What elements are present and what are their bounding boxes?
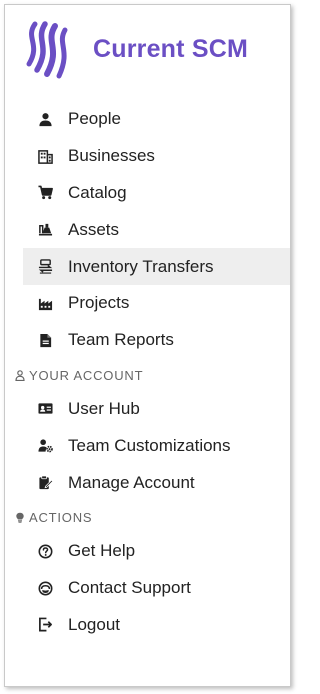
sidebar-item-label: Manage Account [68, 472, 195, 492]
sidebar-item-label: Logout [68, 614, 120, 634]
file-icon [37, 332, 54, 349]
sidebar-item-contact-support[interactable]: Contact Support [5, 570, 290, 607]
sidebar-item-manage-account[interactable]: Manage Account [5, 464, 290, 501]
industry-icon [37, 295, 54, 312]
sidebar-panel: Current SCM People Businesses Catalog As… [4, 4, 291, 687]
sidebar-item-label: People [68, 109, 121, 129]
person-icon [37, 111, 54, 128]
section-header-your-account: YOUR ACCOUNT [5, 361, 290, 391]
sidebar-item-label: Team Customizations [68, 435, 231, 455]
transfer-icon [37, 258, 54, 275]
sidebar-item-label: Projects [68, 293, 130, 313]
lightbulb-icon [15, 512, 25, 524]
sidebar-nav: People Businesses Catalog Assets Invento [5, 101, 290, 643]
brand-name: Current SCM [93, 34, 248, 63]
brand-header[interactable]: Current SCM [21, 17, 248, 81]
assets-icon [37, 221, 54, 238]
section-header-actions: ACTIONS [5, 503, 290, 533]
sidebar-item-label: Contact Support [68, 578, 191, 598]
sidebar-item-projects[interactable]: Projects [5, 285, 290, 322]
sidebar-item-people[interactable]: People [5, 101, 290, 138]
wave-stripes-logo-icon [26, 21, 68, 79]
sidebar-item-logout[interactable]: Logout [5, 607, 290, 644]
section-title: ACTIONS [29, 510, 93, 526]
sidebar-item-label: Catalog [68, 182, 127, 202]
sidebar-item-team-customizations[interactable]: Team Customizations [5, 427, 290, 464]
sidebar-item-user-hub[interactable]: User Hub [5, 391, 290, 428]
sidebar-item-catalog[interactable]: Catalog [5, 175, 290, 212]
sidebar-item-businesses[interactable]: Businesses [5, 138, 290, 175]
section-title: YOUR ACCOUNT [29, 368, 144, 384]
sidebar-item-label: User Hub [68, 398, 140, 418]
question-circle-icon [37, 543, 54, 560]
sidebar-item-inventory-transfers[interactable]: Inventory Transfers [23, 248, 290, 285]
sidebar-item-label: Businesses [68, 146, 155, 166]
building-icon [37, 148, 54, 165]
cart-icon [37, 184, 54, 201]
user-small-icon [15, 370, 25, 382]
sidebar-item-label: Assets [68, 219, 120, 239]
sidebar-item-get-help[interactable]: Get Help [5, 533, 290, 570]
sidebar-item-label: Team Reports [68, 330, 174, 350]
sidebar-item-label: Inventory Transfers [68, 256, 214, 276]
id-card-icon [37, 400, 54, 417]
logout-icon [37, 616, 54, 633]
user-gear-icon [37, 437, 54, 454]
sidebar-item-label: Get Help [68, 541, 136, 561]
sidebar-item-team-reports[interactable]: Team Reports [5, 322, 290, 359]
support-icon [37, 580, 54, 597]
sidebar-item-assets[interactable]: Assets [5, 211, 290, 248]
clipboard-pen-icon [37, 474, 54, 491]
